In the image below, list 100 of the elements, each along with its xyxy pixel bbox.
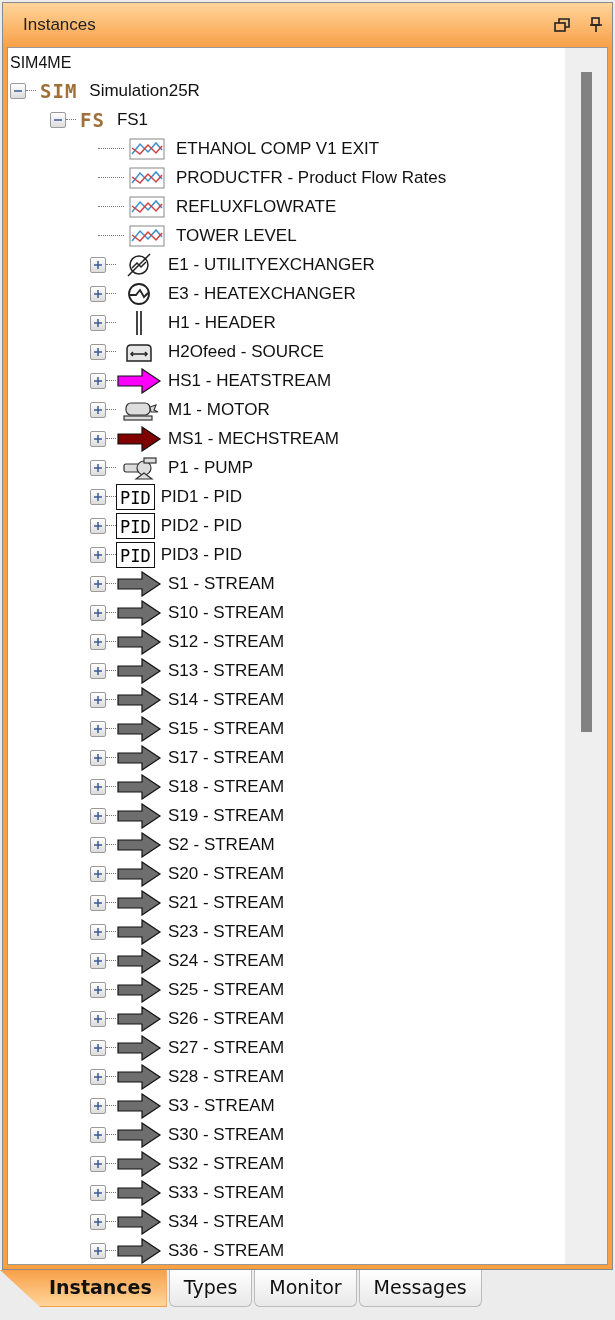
expand-toggle[interactable] bbox=[90, 981, 106, 998]
plus-icon bbox=[93, 694, 103, 705]
expand-toggle[interactable] bbox=[90, 1213, 106, 1230]
plus-icon bbox=[93, 723, 103, 734]
collapse-toggle[interactable] bbox=[10, 82, 26, 99]
expand-toggle[interactable] bbox=[90, 546, 106, 563]
expand-toggle[interactable] bbox=[90, 923, 106, 940]
tree-root[interactable]: SIM4ME bbox=[8, 50, 565, 76]
tree-item[interactable]: E1 - UTILITYEXCHANGER bbox=[168, 254, 375, 275]
tree-item[interactable]: TOWER LEVEL bbox=[176, 225, 297, 246]
expand-toggle[interactable] bbox=[90, 807, 106, 824]
expand-toggle[interactable] bbox=[90, 1242, 106, 1259]
tree-item[interactable]: S12 - STREAM bbox=[168, 631, 285, 652]
expand-toggle[interactable] bbox=[90, 372, 106, 389]
expand-toggle[interactable] bbox=[90, 1097, 106, 1114]
tree-item[interactable]: S23 - STREAM bbox=[168, 921, 285, 942]
tree-item[interactable]: S26 - STREAM bbox=[168, 1008, 285, 1029]
tree-item[interactable]: S10 - STREAM bbox=[168, 602, 285, 623]
tree-item[interactable]: S13 - STREAM bbox=[168, 660, 285, 681]
expand-toggle[interactable] bbox=[90, 517, 106, 534]
tree-item[interactable]: E3 - HEATEXCHANGER bbox=[168, 283, 356, 304]
expand-toggle[interactable] bbox=[90, 720, 106, 737]
expand-toggle[interactable] bbox=[90, 952, 106, 969]
expand-toggle[interactable] bbox=[90, 604, 106, 621]
expand-toggle[interactable] bbox=[90, 778, 106, 795]
plus-icon bbox=[93, 897, 103, 908]
tree-item[interactable]: H1 - HEADER bbox=[168, 312, 276, 333]
expand-toggle[interactable] bbox=[90, 459, 106, 476]
expand-toggle[interactable] bbox=[90, 1039, 106, 1056]
tree-item[interactable]: PID3 - PID bbox=[160, 544, 242, 565]
expand-toggle[interactable] bbox=[90, 256, 106, 273]
expand-toggle[interactable] bbox=[90, 894, 106, 911]
tree-item[interactable]: H2Ofeed - SOURCE bbox=[168, 341, 324, 362]
tree-item[interactable]: P1 - PUMP bbox=[168, 457, 254, 478]
tab[interactable]: Instances bbox=[0, 1270, 167, 1307]
plus-icon bbox=[93, 636, 103, 647]
tab[interactable]: Messages bbox=[358, 1270, 482, 1307]
tree-item[interactable]: S21 - STREAM bbox=[168, 892, 285, 913]
expand-toggle[interactable] bbox=[90, 401, 106, 418]
tree-item[interactable]: Simulation25R bbox=[89, 80, 200, 101]
expand-toggle[interactable] bbox=[90, 865, 106, 882]
expand-toggle[interactable] bbox=[90, 662, 106, 679]
plus-icon bbox=[93, 1100, 103, 1111]
expand-toggle[interactable] bbox=[90, 836, 106, 853]
tree-item[interactable]: PRODUCTFR - Product Flow Rates bbox=[176, 167, 447, 188]
expand-toggle[interactable] bbox=[90, 430, 106, 447]
expand-toggle[interactable] bbox=[90, 314, 106, 331]
expand-toggle[interactable] bbox=[90, 1155, 106, 1172]
scrollbar[interactable] bbox=[565, 48, 607, 1264]
expand-toggle[interactable] bbox=[90, 575, 106, 592]
tree-item[interactable]: S14 - STREAM bbox=[168, 689, 285, 710]
expand-toggle[interactable] bbox=[90, 285, 106, 302]
expand-toggle[interactable] bbox=[90, 1126, 106, 1143]
tree-item[interactable]: PID2 - PID bbox=[160, 515, 242, 536]
tree-item[interactable]: S3 - STREAM bbox=[168, 1095, 275, 1116]
tree-item[interactable]: S36 - STREAM bbox=[168, 1240, 285, 1261]
expand-toggle[interactable] bbox=[90, 749, 106, 766]
tree-item[interactable]: S20 - STREAM bbox=[168, 863, 285, 884]
plus-icon bbox=[93, 868, 103, 879]
tab[interactable]: Monitor bbox=[254, 1270, 357, 1307]
expand-toggle[interactable] bbox=[90, 1184, 106, 1201]
tree-item[interactable]: S17 - STREAM bbox=[168, 747, 285, 768]
collapse-toggle[interactable] bbox=[50, 111, 66, 128]
expand-toggle[interactable] bbox=[90, 691, 106, 708]
tree-item[interactable]: PID1 - PID bbox=[160, 486, 242, 507]
expand-toggle[interactable] bbox=[90, 1010, 106, 1027]
plus-icon bbox=[93, 317, 103, 328]
tree-item[interactable]: ETHANOL COMP V1 EXIT bbox=[176, 138, 380, 159]
expand-toggle[interactable] bbox=[90, 488, 106, 505]
plus-icon bbox=[93, 665, 103, 676]
tree-item[interactable]: S27 - STREAM bbox=[168, 1037, 285, 1058]
tree-item[interactable]: HS1 - HEATSTREAM bbox=[168, 370, 332, 391]
tree-item[interactable]: S19 - STREAM bbox=[168, 805, 285, 826]
tree-item[interactable]: S30 - STREAM bbox=[168, 1124, 285, 1145]
plus-icon bbox=[93, 462, 103, 473]
plus-icon bbox=[93, 1129, 103, 1140]
tree-item[interactable]: S15 - STREAM bbox=[168, 718, 285, 739]
tree-item[interactable]: FS1 bbox=[116, 109, 149, 130]
expand-toggle[interactable] bbox=[90, 343, 106, 360]
tree-item[interactable]: S33 - STREAM bbox=[168, 1182, 285, 1203]
tree-item[interactable]: S1 - STREAM bbox=[168, 573, 275, 594]
tab[interactable]: Types bbox=[168, 1270, 253, 1307]
tree-item[interactable]: M1 - MOTOR bbox=[168, 399, 270, 420]
pid-icon: PID bbox=[116, 541, 155, 568]
tree-item[interactable]: S25 - STREAM bbox=[168, 979, 285, 1000]
tree-item[interactable]: S24 - STREAM bbox=[168, 950, 285, 971]
tree-item[interactable]: S34 - STREAM bbox=[168, 1211, 285, 1232]
tree-item[interactable]: S2 - STREAM bbox=[168, 834, 275, 855]
tree-item[interactable]: S32 - STREAM bbox=[168, 1153, 285, 1174]
expand-toggle[interactable] bbox=[90, 633, 106, 650]
type-label: SIM bbox=[40, 79, 78, 102]
expand-toggle[interactable] bbox=[90, 1068, 106, 1085]
plus-icon bbox=[93, 433, 103, 444]
tree-item[interactable]: S28 - STREAM bbox=[168, 1066, 285, 1087]
tree-item[interactable]: S18 - STREAM bbox=[168, 776, 285, 797]
pin-icon[interactable] bbox=[588, 17, 604, 33]
tree-item[interactable]: REFLUXFLOWRATE bbox=[176, 196, 337, 217]
tree-item[interactable]: MS1 - MECHSTREAM bbox=[168, 428, 339, 449]
restore-icon[interactable] bbox=[554, 17, 570, 33]
pid-icon: PID bbox=[116, 512, 155, 539]
